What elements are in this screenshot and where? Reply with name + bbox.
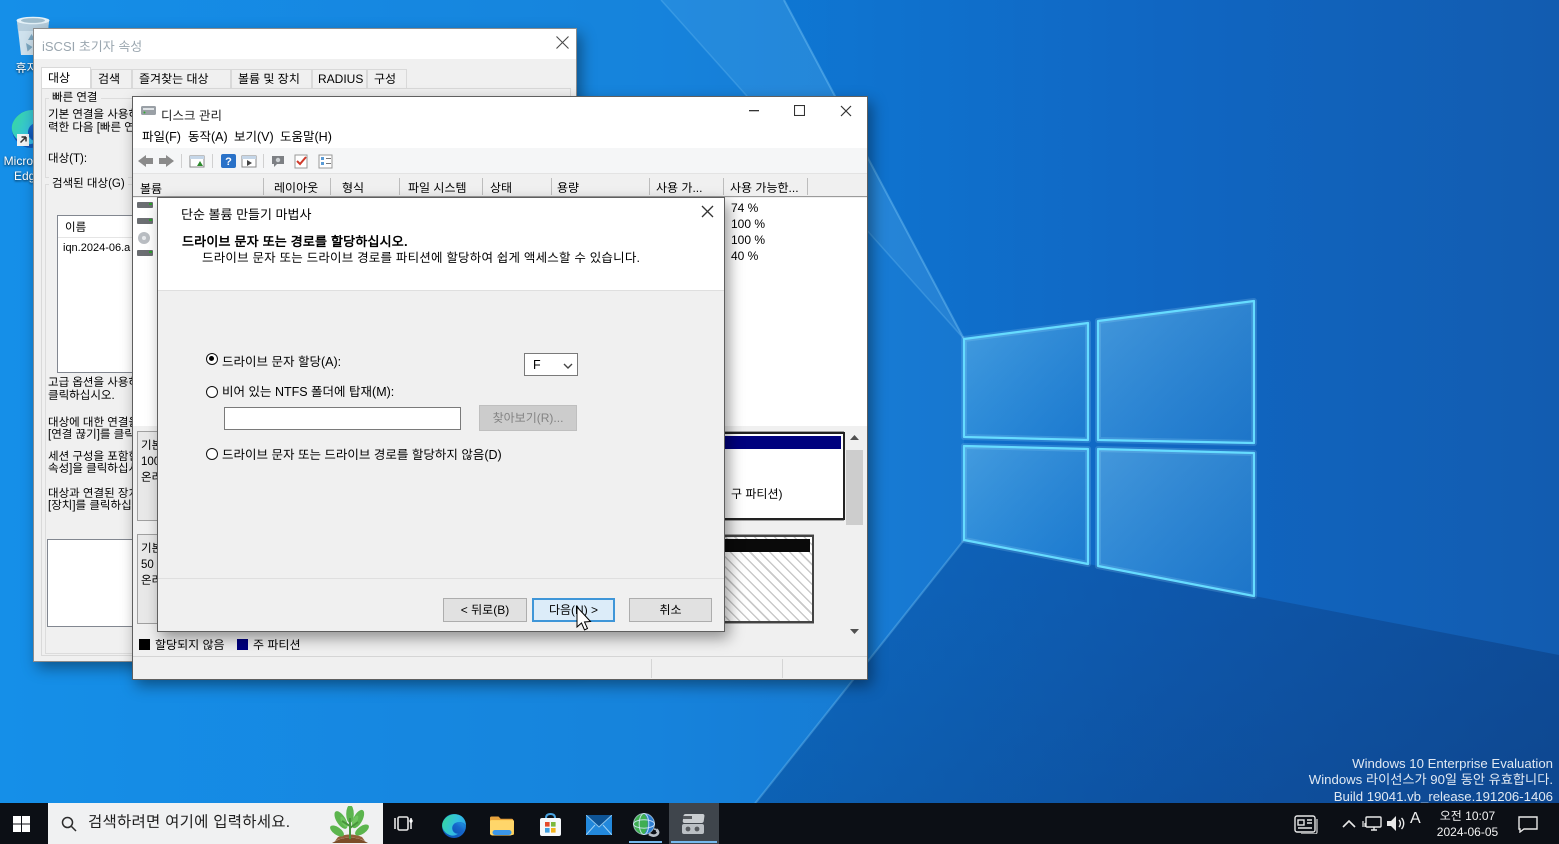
svg-text:?: ? [225, 153, 232, 169]
